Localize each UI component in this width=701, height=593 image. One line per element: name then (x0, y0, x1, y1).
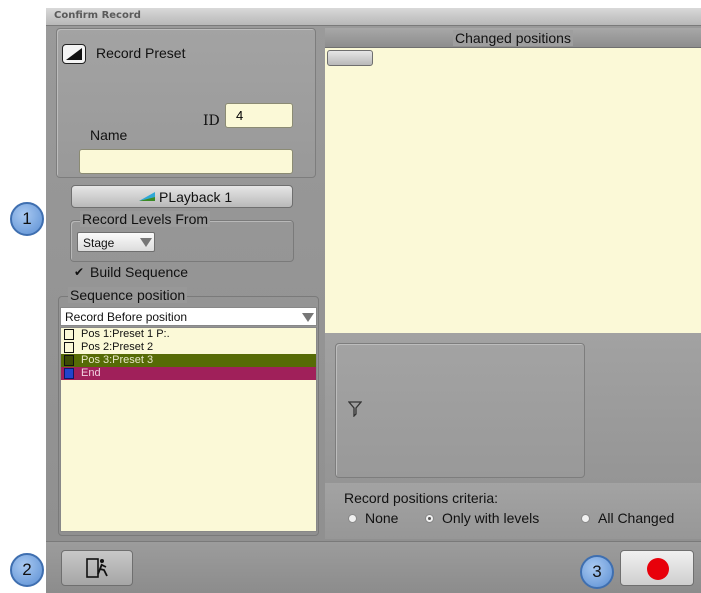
sequence-item-label: Pos 2:Preset 2 (81, 341, 154, 353)
record-levels-value: Stage (83, 236, 115, 250)
sequence-item-label: Pos 1:Preset 1 P:. (81, 328, 170, 340)
chevron-down-icon (140, 238, 152, 247)
playback-button[interactable]: PLayback 1 (71, 185, 293, 208)
sequence-list[interactable]: Pos 1:Preset 1 P:. Pos 2:Preset 2 Pos 3:Pr… (60, 327, 317, 532)
sequence-item-label: End (81, 367, 101, 379)
exit-door-icon (86, 558, 108, 578)
sequence-list-item[interactable]: End (61, 367, 316, 380)
filter-icon[interactable] (347, 401, 363, 418)
cue-marker-icon (64, 355, 74, 366)
name-field[interactable] (79, 149, 293, 174)
record-type-icon[interactable] (62, 44, 86, 64)
record-levels-legend: Record Levels From (80, 211, 211, 227)
id-value: 4 (236, 108, 244, 123)
name-label: Name (90, 127, 128, 143)
record-dot-icon (647, 558, 669, 580)
radio-all-changed (581, 514, 590, 523)
build-sequence-label: Build Sequence (90, 264, 189, 280)
chevron-down-icon (302, 313, 314, 322)
sequence-list-item[interactable]: Pos 2:Preset 2 (61, 341, 316, 354)
id-field[interactable]: 4 (225, 103, 293, 128)
id-label: ID (203, 113, 220, 129)
end-marker-icon (64, 368, 74, 379)
criteria-all-changed-label: All Changed (598, 510, 675, 526)
radio-only-with-levels (425, 514, 434, 523)
criteria-option-all-changed[interactable]: All Changed (581, 510, 696, 528)
criteria-only-with-levels-label: Only with levels (442, 510, 540, 526)
changed-positions-header: Changed positions (325, 28, 701, 48)
record-type-label: Record Preset (96, 45, 186, 61)
sequence-list-item[interactable]: Pos 3:Preset 3 (61, 354, 316, 367)
exit-button[interactable] (61, 550, 133, 586)
record-button[interactable] (620, 550, 694, 586)
callout-3: 3 (580, 555, 614, 589)
changed-positions-title: Changed positions (453, 30, 573, 46)
window-title: Confirm Record (54, 10, 141, 21)
radio-none (348, 514, 357, 523)
criteria-label: Record positions criteria: (344, 490, 499, 506)
cue-marker-icon (64, 329, 74, 340)
criteria-option-only-with-levels[interactable]: Only with levels (425, 510, 565, 528)
record-levels-dropdown[interactable]: Stage (77, 232, 155, 252)
filter-panel (335, 343, 585, 478)
callout-2: 2 (10, 553, 44, 587)
playback-icon (139, 192, 155, 201)
cue-marker-icon (64, 342, 74, 353)
checkmark-icon: ✔ (74, 265, 85, 279)
sequence-position-dropdown[interactable]: Record Before position (60, 307, 317, 326)
sequence-item-label: Pos 3:Preset 3 (81, 354, 154, 366)
sequence-position-legend: Sequence position (68, 287, 188, 303)
title-bar: Confirm Record (46, 8, 701, 26)
callout-1: 1 (10, 202, 44, 236)
criteria-none-label: None (365, 510, 399, 526)
sequence-list-item[interactable]: Pos 1:Preset 1 P:. (61, 328, 316, 341)
column-header-button[interactable] (327, 50, 373, 66)
build-sequence-checkbox[interactable]: ✔ Build Sequence (72, 264, 212, 281)
playback-label: PLayback 1 (159, 189, 233, 205)
sequence-position-value: Record Before position (65, 310, 188, 324)
changed-positions-area[interactable] (325, 48, 701, 333)
preset-icon (66, 48, 82, 60)
criteria-option-none[interactable]: None (348, 510, 418, 528)
